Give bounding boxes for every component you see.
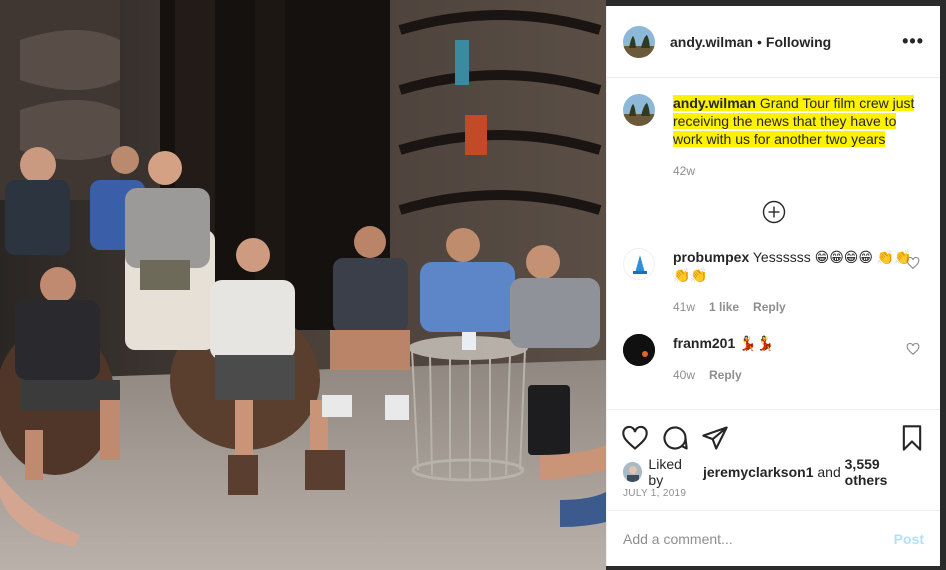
commenter-avatar[interactable] (623, 248, 655, 280)
caption-time[interactable]: 42w (673, 162, 695, 180)
comment-time[interactable]: 40w (673, 366, 695, 384)
liker-username[interactable]: jeremyclarkson1 (703, 464, 814, 480)
caption: andy.wilman Grand Tour film crew just re… (623, 94, 924, 180)
liker-avatar[interactable] (623, 462, 643, 482)
reply-button[interactable]: Reply (709, 366, 742, 384)
heart-icon[interactable] (621, 424, 649, 452)
following-button[interactable]: Following (766, 34, 831, 50)
background-strip-bottom (606, 566, 946, 570)
comment-item: probumpex Yessssss 😁😁😁😁 👏👏👏👏 41w 1 like … (623, 248, 924, 316)
header-separator: • (756, 33, 762, 50)
caption-meta: 42w (673, 162, 919, 180)
likes-prefix: Liked by (648, 456, 682, 488)
more-horizontal-icon[interactable]: ••• (902, 31, 924, 52)
likes-count[interactable]: 3,559 others (845, 456, 924, 488)
caption-avatar[interactable] (623, 94, 655, 126)
reply-button[interactable]: Reply (753, 298, 786, 316)
add-comment-bar: Post (607, 510, 940, 566)
comment-heart-icon[interactable] (906, 342, 920, 356)
comment-heart-icon[interactable] (906, 256, 920, 270)
likes-connector: and (817, 464, 841, 480)
comment-likes[interactable]: 1 like (709, 298, 739, 316)
author-avatar[interactable] (623, 25, 655, 58)
caption-body: andy.wilman Grand Tour film crew just re… (673, 94, 919, 180)
commenter-avatar[interactable] (623, 334, 655, 366)
comment-text: 💃💃 (739, 335, 775, 351)
post-date[interactable]: JULY 1, 2019 (607, 485, 940, 509)
comment-body: probumpex Yessssss 😁😁😁😁 👏👏👏👏 41w 1 like … (673, 248, 919, 316)
caption-username[interactable]: andy.wilman (673, 95, 756, 111)
load-more-icon[interactable] (762, 200, 786, 224)
share-icon[interactable] (701, 424, 729, 452)
comment-username[interactable]: franm201 (673, 335, 735, 351)
load-more-comments[interactable] (623, 200, 924, 224)
post-photo[interactable] (0, 0, 606, 570)
bookmark-icon[interactable] (898, 424, 926, 452)
caption-highlight: andy.wilman Grand Tour film crew just re… (673, 95, 915, 147)
background-strip-right (940, 0, 946, 570)
author-username[interactable]: andy.wilman (670, 34, 753, 50)
comment-input[interactable] (623, 530, 894, 547)
action-bar (607, 409, 940, 455)
comment-meta: 40w Reply (673, 366, 919, 384)
likes-summary: Liked by jeremyclarkson1 and 3,559 other… (607, 455, 940, 488)
comment-icon[interactable] (661, 424, 689, 452)
post-side-panel: andy.wilman • Following ••• andy.wilman … (606, 6, 940, 566)
comment-time[interactable]: 41w (673, 298, 695, 316)
comment-username[interactable]: probumpex (673, 249, 749, 265)
post-comment-button[interactable]: Post (894, 531, 924, 547)
post-header: andy.wilman • Following ••• (607, 6, 940, 78)
comment-item: franm201 💃💃 40w Reply (623, 334, 924, 384)
comment-body: franm201 💃💃 40w Reply (673, 334, 919, 384)
comment-meta: 41w 1 like Reply (673, 298, 919, 316)
comments-section: andy.wilman Grand Tour film crew just re… (607, 78, 940, 409)
